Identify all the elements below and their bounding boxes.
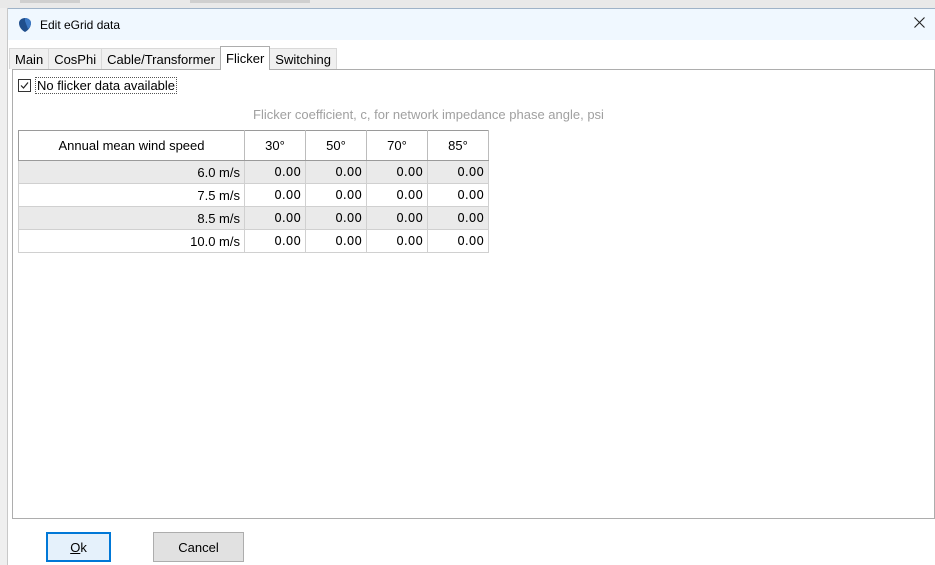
ok-label-rest: k [80,539,87,555]
dialog-left-frame [0,8,8,565]
no-flicker-data-checkbox-row[interactable]: No flicker data available [18,77,178,94]
table-row: 10.0 m/s 0.00 0.00 0.00 0.00 [18,229,489,253]
checkmark-icon [20,79,29,93]
tab-strip: Main CosPhi Cable/Transformer Flicker Sw… [9,46,337,70]
tab-flicker[interactable]: Flicker [220,46,271,70]
wind-speed-cell[interactable]: 8.5 m/s [18,206,245,230]
flicker-value-cell[interactable]: 0.00 [305,183,367,207]
tab-main[interactable]: Main [9,48,50,69]
close-button[interactable] [905,11,933,37]
flicker-value-cell[interactable]: 0.00 [305,206,367,230]
header-annual-mean-wind-speed[interactable]: Annual mean wind speed [18,130,245,161]
dialog-body: Main CosPhi Cable/Transformer Flicker Sw… [8,40,935,565]
tab-cable-transformer[interactable]: Cable/Transformer [101,48,221,69]
title-bar[interactable]: Edit eGrid data [8,8,935,40]
flicker-value-cell[interactable]: 0.00 [427,206,489,230]
ok-button-label: Ok [70,540,87,555]
table-row: 7.5 m/s 0.00 0.00 0.00 0.00 [18,183,489,207]
header-angle-30[interactable]: 30° [244,130,306,161]
flicker-coefficient-caption: Flicker coefficient, c, for network impe… [253,107,604,122]
flicker-value-cell[interactable]: 0.00 [244,229,306,253]
flicker-value-cell[interactable]: 0.00 [244,160,306,184]
wind-speed-cell[interactable]: 10.0 m/s [18,229,245,253]
app-shield-icon [16,16,34,34]
flicker-value-cell[interactable]: 0.00 [244,206,306,230]
no-flicker-data-label[interactable]: No flicker data available [35,77,178,94]
header-angle-50[interactable]: 50° [305,130,367,161]
flicker-value-cell[interactable]: 0.00 [305,229,367,253]
background-window-strip [0,0,935,8]
flicker-tab-panel: No flicker data available Flicker coeffi… [12,69,935,519]
ok-button[interactable]: Ok [46,532,111,562]
flicker-coefficient-grid: Annual mean wind speed 30° 50° 70° 85° 6… [18,130,489,253]
wind-speed-cell[interactable]: 6.0 m/s [18,160,245,184]
grid-header-row: Annual mean wind speed 30° 50° 70° 85° [18,130,489,161]
window-title: Edit eGrid data [40,17,121,32]
table-row: 6.0 m/s 0.00 0.00 0.00 0.00 [18,160,489,184]
flicker-value-cell[interactable]: 0.00 [366,206,428,230]
close-icon [913,17,925,31]
table-row: 8.5 m/s 0.00 0.00 0.00 0.00 [18,206,489,230]
tab-cosphi[interactable]: CosPhi [48,48,103,69]
no-flicker-data-checkbox[interactable] [18,79,31,92]
flicker-value-cell[interactable]: 0.00 [427,183,489,207]
header-angle-70[interactable]: 70° [366,130,428,161]
flicker-value-cell[interactable]: 0.00 [427,229,489,253]
flicker-value-cell[interactable]: 0.00 [366,160,428,184]
tab-switching[interactable]: Switching [269,48,337,69]
cancel-button[interactable]: Cancel [153,532,244,562]
flicker-value-cell[interactable]: 0.00 [427,160,489,184]
wind-speed-cell[interactable]: 7.5 m/s [18,183,245,207]
flicker-value-cell[interactable]: 0.00 [366,229,428,253]
header-angle-85[interactable]: 85° [427,130,489,161]
flicker-value-cell[interactable]: 0.00 [305,160,367,184]
ok-mnemonic: O [70,539,81,555]
flicker-value-cell[interactable]: 0.00 [366,183,428,207]
flicker-value-cell[interactable]: 0.00 [244,183,306,207]
edit-egrid-dialog: Edit eGrid data Main CosPhi Cable/Transf… [0,0,935,565]
